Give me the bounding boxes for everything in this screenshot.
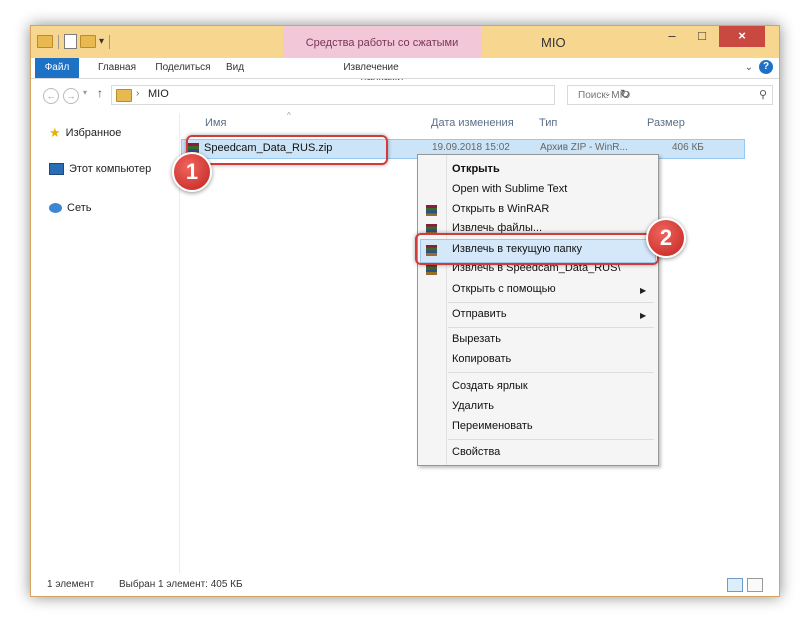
divider — [58, 34, 59, 49]
search-icon[interactable]: ⚲ — [759, 88, 767, 101]
forward-button[interactable]: → — [63, 88, 79, 104]
ribbon-tabs: Файл Главная Поделиться Вид Извлечение ⌄… — [31, 58, 779, 79]
menu-separator — [448, 439, 654, 440]
menu-item-send-to[interactable]: Отправить — [452, 308, 507, 320]
tab-home[interactable]: Главная — [89, 58, 145, 78]
search-box[interactable]: ⚲ — [567, 85, 773, 105]
explorer-window: ▾ Средства работы со сжатыми папками MIO… — [30, 25, 780, 597]
tab-extract[interactable]: Извлечение — [327, 58, 415, 78]
close-button[interactable]: × — [719, 26, 765, 47]
menu-separator — [448, 372, 654, 373]
large-icons-view-icon[interactable] — [747, 578, 763, 592]
column-headers: Имя ^ Дата изменения Тип Размер — [181, 111, 779, 135]
back-button[interactable]: ← — [43, 88, 59, 104]
new-folder-icon[interactable] — [80, 35, 96, 48]
navigation-pane: ★ Избранное Этот компьютер Сеть — [31, 113, 180, 573]
title-bar: ▾ Средства работы со сжатыми папками MIO… — [31, 26, 779, 83]
column-type[interactable]: Тип — [539, 117, 557, 129]
expand-ribbon-icon[interactable]: ⌄ — [745, 62, 753, 73]
winrar-icon — [426, 205, 437, 216]
step-2-badge: 2 — [646, 218, 686, 258]
folder-icon — [116, 89, 132, 102]
column-name[interactable]: Имя — [205, 117, 226, 129]
submenu-arrow-icon: ▶ — [640, 286, 647, 295]
column-date[interactable]: Дата изменения — [431, 117, 514, 129]
nav-favorites-label: Избранное — [65, 127, 122, 139]
nav-favorites[interactable]: ★ Избранное — [49, 125, 121, 141]
context-menu: Открыть Open with Sublime Text Открыть в… — [417, 154, 659, 466]
file-highlight-frame — [186, 135, 388, 165]
ribbon-controls: ⌄ ? — [745, 60, 773, 74]
minimize-button[interactable]: – — [657, 26, 687, 47]
address-bar-row: ← → ▾ ↑ › MIO ⌄ ↻ ⚲ — [31, 79, 779, 111]
column-size[interactable]: Размер — [647, 117, 685, 129]
menu-item-copy[interactable]: Копировать — [452, 353, 511, 365]
sort-arrow-icon: ^ — [287, 111, 291, 120]
address-bar[interactable]: › MIO ⌄ ↻ — [111, 85, 630, 105]
status-selection: Выбран 1 элемент: 405 КБ — [119, 579, 243, 590]
star-icon: ★ — [49, 125, 61, 140]
tab-view[interactable]: Вид — [221, 58, 249, 78]
breadcrumb-separator[interactable]: › — [136, 88, 139, 99]
file-type: Архив ZIP - WinR... — [540, 142, 628, 153]
maximize-button[interactable]: □ — [687, 26, 717, 47]
menu-separator — [448, 327, 654, 328]
step-1-badge: 1 — [172, 152, 212, 192]
menu-separator — [448, 302, 654, 303]
nav-this-pc-label: Этот компьютер — [69, 163, 152, 175]
computer-icon — [49, 163, 64, 175]
quick-access-toolbar: ▾ — [37, 34, 112, 49]
tab-file[interactable]: Файл — [35, 58, 79, 78]
nav-network-label: Сеть — [67, 202, 92, 214]
status-bar: 1 элемент Выбран 1 элемент: 405 КБ — [31, 574, 779, 596]
help-icon[interactable]: ? — [759, 60, 773, 74]
file-date: 19.09.2018 15:02 — [432, 142, 510, 153]
recent-locations-icon[interactable]: ▾ — [83, 88, 87, 97]
folder-icon[interactable] — [37, 35, 53, 48]
menu-item-open-sublime[interactable]: Open with Sublime Text — [452, 183, 567, 195]
menu-item-open-winrar[interactable]: Открыть в WinRAR — [452, 203, 549, 215]
menu-gutter — [446, 155, 447, 465]
context-tab-title: Средства работы со сжатыми папками — [283, 26, 481, 83]
menu-item-cut[interactable]: Вырезать — [452, 333, 501, 345]
properties-icon[interactable] — [64, 34, 77, 49]
tab-share[interactable]: Поделиться — [149, 58, 217, 78]
menu-item-open-with[interactable]: Открыть с помощью — [452, 283, 556, 295]
menu-item-open[interactable]: Открыть — [452, 163, 500, 175]
status-item-count: 1 элемент — [47, 579, 95, 590]
menu-item-rename[interactable]: Переименовать — [452, 420, 533, 432]
search-input[interactable] — [572, 86, 750, 104]
window-title: MIO — [541, 35, 566, 50]
breadcrumb-mio[interactable]: MIO — [148, 88, 169, 100]
details-view-icon[interactable] — [727, 578, 743, 592]
menu-item-create-shortcut[interactable]: Создать ярлык — [452, 380, 528, 392]
submenu-arrow-icon: ▶ — [640, 311, 647, 320]
up-button[interactable]: ↑ — [97, 86, 103, 100]
nav-this-pc[interactable]: Этот компьютер — [49, 163, 151, 175]
menu-item-delete[interactable]: Удалить — [452, 400, 494, 412]
divider — [109, 34, 111, 49]
nav-network[interactable]: Сеть — [49, 202, 91, 214]
file-size: 406 КБ — [672, 142, 704, 153]
menu-item-properties[interactable]: Свойства — [452, 446, 500, 458]
customize-dropdown-icon[interactable]: ▾ — [99, 36, 104, 47]
menu-highlight-frame — [415, 233, 659, 265]
winrar-icon — [426, 264, 437, 275]
network-icon — [49, 203, 62, 213]
